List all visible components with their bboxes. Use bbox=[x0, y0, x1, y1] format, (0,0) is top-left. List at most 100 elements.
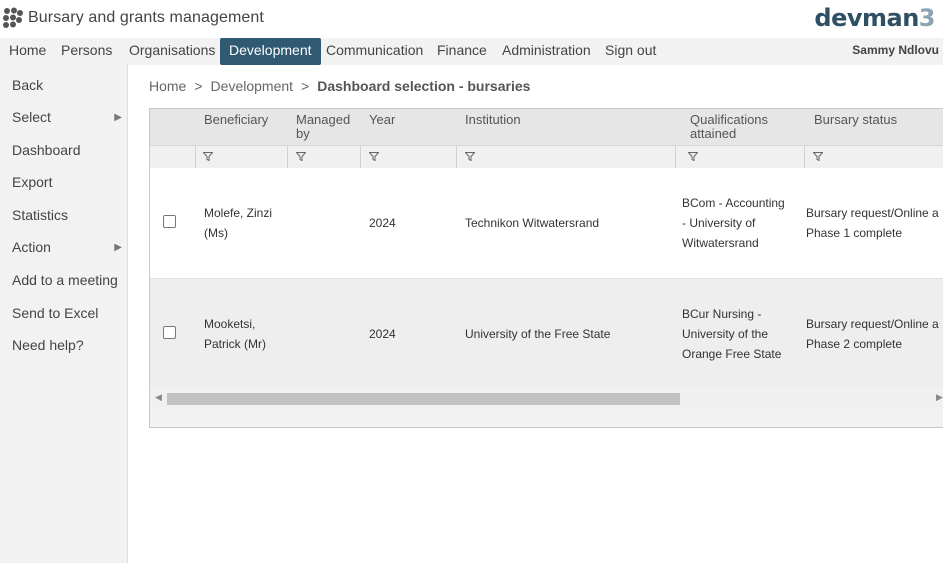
filter-cell-select bbox=[150, 146, 196, 168]
cell-institution: Technikon Witwatersrand bbox=[465, 216, 600, 230]
column-header-line: Managed bbox=[296, 112, 351, 127]
submenu-arrow-icon: ▶ bbox=[114, 112, 122, 123]
main-nav: Home Persons Organisations Development C… bbox=[0, 38, 943, 65]
row-select-checkbox[interactable] bbox=[163, 215, 176, 228]
brand-name: devman bbox=[814, 4, 919, 32]
nav-persons[interactable]: Persons bbox=[52, 38, 121, 65]
filter-beneficiary[interactable] bbox=[195, 146, 288, 168]
cell-line: BCom - Accounting bbox=[682, 196, 785, 210]
filter-institution[interactable] bbox=[457, 146, 676, 168]
cell-bursary-status: Bursary request/Online a Phase 2 complete bbox=[806, 314, 939, 354]
grid-header: Beneficiary Managed by Year Institution Q… bbox=[150, 109, 943, 145]
user-name[interactable]: Sammy Ndlovu bbox=[852, 38, 939, 65]
sidebar-item-select[interactable]: Select ▶ bbox=[12, 109, 122, 125]
filter-icon bbox=[203, 152, 213, 161]
column-header-line: by bbox=[296, 126, 310, 141]
sidebar-item-label: Send to Excel bbox=[12, 305, 99, 321]
filter-icon bbox=[369, 152, 379, 161]
cell-year: 2024 bbox=[369, 216, 396, 230]
app-header: Bursary and grants management devman3 bbox=[0, 0, 943, 38]
filter-row bbox=[150, 145, 943, 169]
brand-version: 3 bbox=[918, 4, 936, 32]
filter-year[interactable] bbox=[361, 146, 457, 168]
cell-beneficiary: Molefe, Zinzi (Ms) bbox=[204, 203, 272, 243]
cell-line: Patrick (Mr) bbox=[204, 337, 266, 351]
column-header-year[interactable]: Year bbox=[369, 113, 395, 127]
table-row[interactable]: Molefe, Zinzi (Ms) 2024 Technikon Witwate… bbox=[150, 168, 943, 279]
cell-beneficiary: Mooketsi, Patrick (Mr) bbox=[204, 314, 266, 354]
bursary-grid: Beneficiary Managed by Year Institution Q… bbox=[149, 108, 943, 428]
scroll-right-arrow-icon[interactable]: ▶ bbox=[936, 392, 943, 403]
sidebar-item-back[interactable]: Back bbox=[12, 77, 122, 93]
cell-line: Bursary request/Online a bbox=[806, 317, 939, 331]
sidebar-item-action[interactable]: Action ▶ bbox=[12, 239, 122, 255]
nav-home[interactable]: Home bbox=[0, 38, 55, 65]
nav-development[interactable]: Development bbox=[220, 38, 321, 65]
column-header-institution[interactable]: Institution bbox=[465, 113, 521, 127]
sidebar-item-label: Select bbox=[12, 109, 51, 125]
sidebar-item-add-to-meeting[interactable]: Add to a meeting bbox=[12, 272, 122, 288]
sidebar-item-label: Dashboard bbox=[12, 142, 81, 158]
cell-institution: University of the Free State bbox=[465, 327, 611, 341]
sidebar-item-export[interactable]: Export bbox=[12, 174, 122, 190]
filter-icon bbox=[688, 152, 698, 161]
cell-qualifications: BCur Nursing - University of the Orange Fr… bbox=[682, 304, 781, 364]
filter-icon bbox=[465, 152, 475, 161]
nav-finance[interactable]: Finance bbox=[428, 38, 496, 65]
nav-communication[interactable]: Communication bbox=[317, 38, 432, 65]
breadcrumb-development[interactable]: Development bbox=[211, 78, 294, 94]
filter-icon bbox=[296, 152, 306, 161]
sidebar-item-label: Back bbox=[12, 77, 44, 93]
cell-year: 2024 bbox=[369, 327, 396, 341]
cell-line: Orange Free State bbox=[682, 347, 782, 361]
nav-administration[interactable]: Administration bbox=[493, 38, 600, 65]
main-content: Home > Development > Dashboard selection - b… bbox=[129, 65, 943, 563]
breadcrumb-separator: > bbox=[301, 78, 310, 94]
cell-line: Phase 1 complete bbox=[806, 226, 903, 240]
cell-line: Bursary request/Online a bbox=[806, 206, 939, 220]
app-title: Bursary and grants management bbox=[28, 9, 264, 26]
column-header-line: Qualifications bbox=[690, 112, 769, 127]
column-header-line: attained bbox=[690, 126, 737, 141]
breadcrumb-current: Dashboard selection - bursaries bbox=[317, 78, 531, 94]
sidebar-item-label: Need help? bbox=[12, 337, 84, 353]
sidebar-item-label: Add to a meeting bbox=[12, 272, 118, 288]
sidebar-item-label: Action bbox=[12, 239, 51, 255]
cell-line: (Ms) bbox=[204, 226, 228, 240]
column-header-managed-by[interactable]: Managed by bbox=[296, 113, 350, 141]
cell-line: University of the bbox=[682, 327, 769, 341]
sidebar-item-statistics[interactable]: Statistics bbox=[12, 207, 122, 223]
brand-logo: devman3 bbox=[814, 4, 935, 32]
cell-line: BCur Nursing - bbox=[682, 307, 762, 321]
column-header-bursary-status[interactable]: Bursary status bbox=[814, 113, 897, 127]
cell-line: Molefe, Zinzi bbox=[204, 206, 273, 220]
breadcrumb-separator: > bbox=[194, 78, 203, 94]
cell-line: Witwatersrand bbox=[682, 236, 759, 250]
cell-qualifications: BCom - Accounting - University of Witwater… bbox=[682, 193, 785, 253]
horizontal-scrollbar[interactable]: ◀ ▶ bbox=[150, 390, 943, 407]
sidebar: Back Select ▶ Dashboard Export Statistics… bbox=[0, 65, 128, 563]
sidebar-item-send-to-excel[interactable]: Send to Excel bbox=[12, 305, 122, 321]
devman-logo-icon bbox=[3, 7, 23, 28]
column-header-beneficiary[interactable]: Beneficiary bbox=[204, 113, 268, 127]
filter-qualifications[interactable] bbox=[680, 146, 805, 168]
column-header-qualifications[interactable]: Qualifications attained bbox=[690, 113, 768, 141]
nav-sign-out[interactable]: Sign out bbox=[596, 38, 665, 65]
row-select-checkbox[interactable] bbox=[163, 326, 176, 339]
breadcrumb-home[interactable]: Home bbox=[149, 78, 186, 94]
filter-bursary-status[interactable] bbox=[805, 146, 943, 168]
submenu-arrow-icon: ▶ bbox=[114, 242, 122, 253]
cell-line: - University of bbox=[682, 216, 756, 230]
scrollbar-thumb[interactable] bbox=[167, 393, 680, 405]
sidebar-item-label: Export bbox=[12, 174, 53, 190]
cell-bursary-status: Bursary request/Online a Phase 1 complete bbox=[806, 203, 939, 243]
filter-icon bbox=[813, 152, 823, 161]
filter-managed-by[interactable] bbox=[288, 146, 361, 168]
sidebar-item-need-help[interactable]: Need help? bbox=[12, 337, 122, 353]
nav-organisations[interactable]: Organisations bbox=[120, 38, 224, 65]
sidebar-item-dashboard[interactable]: Dashboard bbox=[12, 142, 122, 158]
table-row[interactable]: Mooketsi, Patrick (Mr) 2024 University of… bbox=[150, 279, 943, 389]
sidebar-item-label: Statistics bbox=[12, 207, 69, 223]
scroll-left-arrow-icon[interactable]: ◀ bbox=[155, 392, 162, 403]
breadcrumb: Home > Development > Dashboard selection - b… bbox=[149, 78, 530, 94]
